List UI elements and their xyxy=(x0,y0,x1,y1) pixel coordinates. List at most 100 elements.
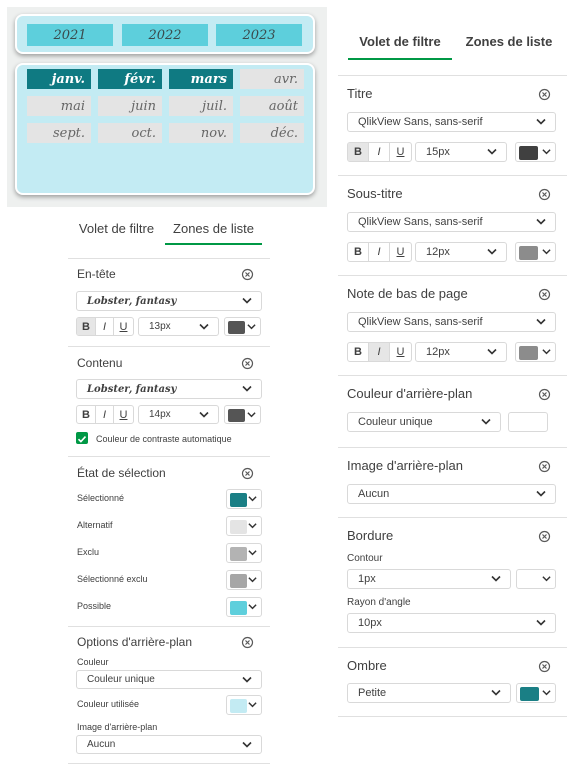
auto-contrast-checkbox[interactable] xyxy=(76,432,88,444)
underline-button[interactable]: U xyxy=(390,343,411,361)
color-picker[interactable] xyxy=(508,412,548,432)
italic-button[interactable]: I xyxy=(369,243,390,261)
shadow-select[interactable]: Petite xyxy=(347,683,511,703)
background-image-section: Image d'arrière-plan Aucun xyxy=(338,447,567,517)
background-image-select[interactable]: Aucun xyxy=(76,735,262,754)
month-cell[interactable]: sept. xyxy=(27,123,91,143)
italic-button[interactable]: I xyxy=(369,143,390,161)
font-size-select[interactable]: 12px xyxy=(415,242,507,262)
format-button-group: B I U xyxy=(347,342,412,362)
color-swatch xyxy=(520,687,539,701)
font-family-select[interactable]: QlikView Sans, sans-serif xyxy=(347,112,556,132)
month-cell[interactable]: déc. xyxy=(240,123,304,143)
font-size-select[interactable]: 15px xyxy=(415,142,507,162)
chevron-down-icon xyxy=(248,577,257,584)
selection-color-picker[interactable] xyxy=(226,489,262,509)
selection-color-picker[interactable] xyxy=(226,570,262,590)
tab-filter-pane[interactable]: Volet de filtre xyxy=(348,22,452,60)
outline-select[interactable]: 1px xyxy=(347,569,511,589)
tab-list-boxes[interactable]: Zones de liste xyxy=(165,212,262,245)
filter-pane-preview: 2021 2022 2023 janv. févr. mars avr. mai juin… xyxy=(7,7,327,207)
font-color-picker[interactable] xyxy=(224,405,261,424)
color-swatch xyxy=(228,409,245,422)
color-swatch xyxy=(230,601,247,615)
reset-icon[interactable] xyxy=(538,388,551,401)
footnote-section: Note de bas de page QlikView Sans, sans-… xyxy=(338,275,567,375)
year-cell[interactable]: 2022 xyxy=(122,24,208,46)
reset-icon[interactable] xyxy=(538,288,551,301)
month-cell[interactable]: juin xyxy=(98,96,162,116)
reset-icon[interactable] xyxy=(538,88,551,101)
font-size-select[interactable]: 12px xyxy=(415,342,507,362)
month-cell[interactable]: mai xyxy=(27,96,91,116)
chevron-down-icon xyxy=(536,218,546,226)
shadow-color-picker[interactable] xyxy=(516,683,556,703)
reset-icon[interactable] xyxy=(538,460,551,473)
year-listbox: 2021 2022 2023 xyxy=(15,14,315,54)
used-color-picker[interactable] xyxy=(226,695,262,715)
month-cell[interactable]: avr. xyxy=(240,69,304,89)
reset-icon[interactable] xyxy=(241,357,254,370)
background-image-label: Image d'arrière-plan xyxy=(77,722,158,732)
bold-button[interactable]: B xyxy=(348,143,369,161)
month-cell[interactable]: août xyxy=(240,96,304,116)
outline-label: Contour xyxy=(347,553,383,564)
selection-color-picker[interactable] xyxy=(226,516,262,536)
reset-icon[interactable] xyxy=(241,467,254,480)
font-size-value: 14px xyxy=(149,409,171,420)
background-color-section: Couleur d'arrière-plan Couleur unique xyxy=(338,375,567,447)
month-cell[interactable]: juil. xyxy=(169,96,233,116)
reset-icon[interactable] xyxy=(538,660,551,673)
color-mode-select[interactable]: Couleur unique xyxy=(347,412,501,432)
year-cell[interactable]: 2021 xyxy=(27,24,113,46)
color-mode-value: Couleur unique xyxy=(358,416,433,428)
italic-button[interactable]: I xyxy=(369,343,390,361)
underline-button[interactable]: U xyxy=(390,143,411,161)
tab-list-boxes[interactable]: Zones de liste xyxy=(452,22,566,60)
chevron-down-icon xyxy=(242,676,252,683)
font-size-select[interactable]: 14px xyxy=(138,405,219,424)
bold-button[interactable]: B xyxy=(77,318,96,335)
font-family-select[interactable]: Lobster, fantasy xyxy=(76,291,262,311)
chevron-down-icon xyxy=(542,690,551,697)
background-image-select[interactable]: Aucun xyxy=(347,484,556,504)
subtitle-section: Sous-titre QlikView Sans, sans-serif B I… xyxy=(338,175,567,275)
month-cell[interactable]: nov. xyxy=(169,123,233,143)
italic-button[interactable]: I xyxy=(96,318,114,335)
reset-icon[interactable] xyxy=(538,188,551,201)
bold-button[interactable]: B xyxy=(348,343,369,361)
selection-color-picker[interactable] xyxy=(226,543,262,563)
year-cell[interactable]: 2023 xyxy=(216,24,302,46)
underline-button[interactable]: U xyxy=(390,243,411,261)
font-color-picker[interactable] xyxy=(515,142,556,162)
bold-button[interactable]: B xyxy=(77,406,96,423)
bold-button[interactable]: B xyxy=(348,243,369,261)
font-color-picker[interactable] xyxy=(515,342,556,362)
font-size-select[interactable]: 13px xyxy=(138,317,219,336)
corner-radius-label: Rayon d'angle xyxy=(347,597,411,608)
section-title: Sous-titre xyxy=(347,186,403,201)
italic-button[interactable]: I xyxy=(96,406,114,423)
font-color-picker[interactable] xyxy=(515,242,556,262)
month-cell[interactable]: mars xyxy=(169,69,233,89)
outline-color-picker[interactable] xyxy=(516,569,556,589)
month-cell[interactable]: oct. xyxy=(98,123,162,143)
reset-icon[interactable] xyxy=(241,636,254,649)
chevron-down-icon xyxy=(247,411,256,418)
font-family-select[interactable]: QlikView Sans, sans-serif xyxy=(347,312,556,332)
underline-button[interactable]: U xyxy=(114,406,133,423)
font-color-picker[interactable] xyxy=(224,317,261,336)
color-mode-select[interactable]: Couleur unique xyxy=(76,670,262,689)
selection-color-picker[interactable] xyxy=(226,597,262,617)
month-cell[interactable]: févr. xyxy=(98,69,162,89)
tab-filter-pane[interactable]: Volet de filtre xyxy=(68,212,165,245)
reset-icon[interactable] xyxy=(538,530,551,543)
chevron-down-icon xyxy=(199,411,209,418)
month-cell[interactable]: janv. xyxy=(27,69,91,89)
font-family-select[interactable]: Lobster, fantasy xyxy=(76,379,262,399)
corner-radius-select[interactable]: 10px xyxy=(347,613,556,633)
reset-icon[interactable] xyxy=(241,268,254,281)
font-family-select[interactable]: QlikView Sans, sans-serif xyxy=(347,212,556,232)
shadow-value: Petite xyxy=(358,687,387,699)
underline-button[interactable]: U xyxy=(114,318,133,335)
